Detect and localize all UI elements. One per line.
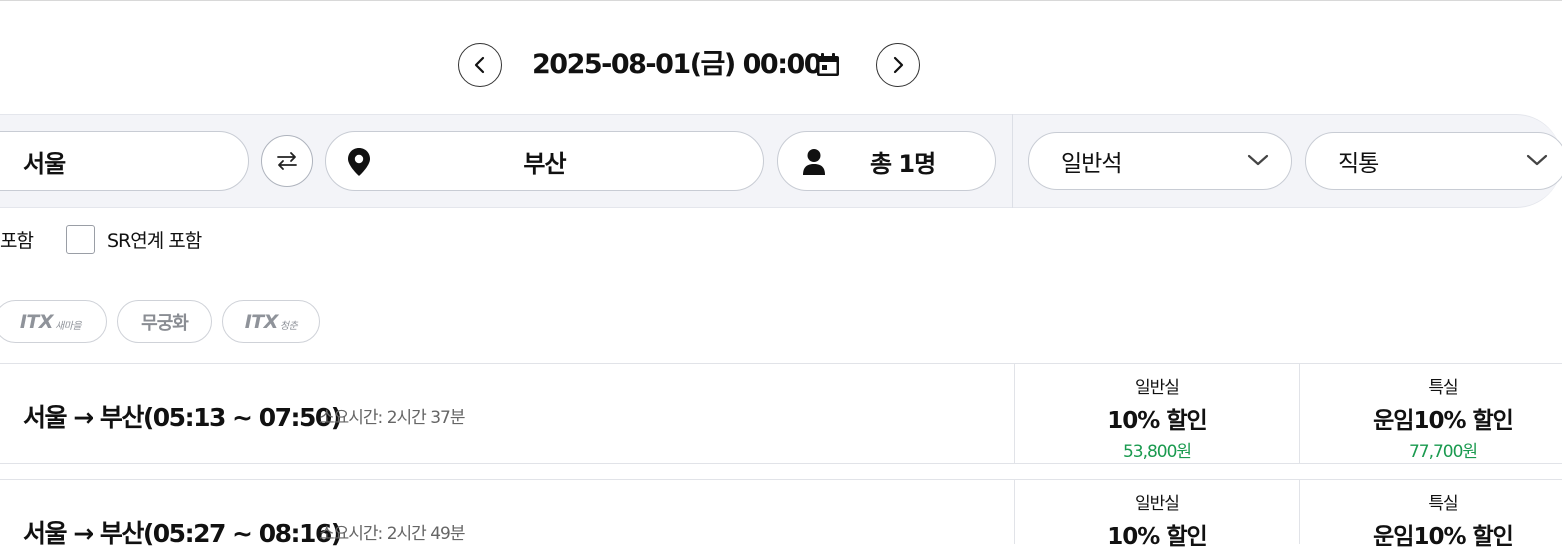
special-fare-cell[interactable]: 특실 운임10% 할인 77,700원 [1303,373,1562,462]
seat-class-select[interactable]: 일반석 [1028,132,1292,190]
special-fare-cell[interactable]: 특실 운임10% 할인 [1303,489,1562,551]
selected-datetime[interactable]: 2025-08-01(금) 00:00 [532,44,823,86]
chevron-down-icon [1526,154,1548,166]
search-panel-divider [1012,114,1013,208]
general-fare-cell[interactable]: 일반실 10% 할인 53,800원 [1017,373,1297,462]
column-divider [1299,480,1300,544]
filter-itx-cheongchun[interactable]: ITX 청춘 [222,300,320,343]
sr-include-label[interactable]: SR연계 포함 [107,226,202,253]
fare-class-label: 특실 [1428,494,1458,514]
departure-station-field[interactable]: 서울 [0,131,249,191]
itx-logo-subtext: 새마을 [55,320,82,332]
swap-icon [277,152,297,170]
column-divider [1299,364,1300,463]
route-type-value: 직통 [1338,151,1379,177]
mugunghwa-label: 무궁화 [141,312,189,334]
fare-price: 53,800원 [1122,442,1192,462]
fare-class-label: 특실 [1428,378,1458,398]
calendar-icon[interactable] [814,51,842,79]
person-icon [803,149,825,175]
row-divider [0,479,1562,480]
seat-class-value: 일반석 [1061,151,1122,177]
include-option-label[interactable]: 포함 [0,226,34,253]
fare-discount: 10% 할인 [1107,524,1207,550]
departure-station-label: 서울 [23,149,66,178]
top-divider [0,0,1562,1]
sr-include-checkbox[interactable] [66,225,95,254]
row-divider [0,463,1562,464]
itx-logo-text: ITX [244,310,279,333]
fare-class-label: 일반실 [1135,494,1180,514]
swap-stations-button[interactable] [261,135,313,187]
arrival-station-label: 부산 [523,149,566,178]
arrival-station-field[interactable]: 부산 [325,131,764,191]
passenger-count-label: 총 1명 [870,149,936,178]
passenger-count-field[interactable]: 총 1명 [777,131,996,191]
itx-logo-subtext: 청춘 [279,320,298,332]
previous-day-button[interactable] [458,43,502,87]
itx-logo-text: ITX [19,310,54,333]
fare-discount: 운임10% 할인 [1373,524,1514,550]
filter-itx-saemaeul[interactable]: ITX 새마을 [0,300,107,343]
fare-discount: 10% 할인 [1107,408,1207,434]
travel-duration: 소요시간: 2시간 49분 [319,524,465,544]
fare-discount: 운임10% 할인 [1373,408,1514,434]
general-fare-cell[interactable]: 일반실 10% 할인 [1017,489,1297,551]
column-divider [1014,364,1015,463]
chevron-right-icon [893,56,904,74]
chevron-down-icon [1247,154,1269,166]
fare-price: 77,700원 [1408,442,1478,462]
train-route-time: 서울 → 부산(05:27 ~ 08:16) [23,519,342,548]
column-divider [1014,480,1015,544]
chevron-left-icon [474,56,485,74]
train-route-time: 서울 → 부산(05:13 ~ 07:50) [23,403,342,432]
next-day-button[interactable] [876,43,920,87]
fare-class-label: 일반실 [1135,378,1180,398]
filter-mugunghwa[interactable]: 무궁화 [117,300,212,343]
row-divider [0,363,1562,364]
route-type-select[interactable]: 직통 [1305,132,1562,190]
travel-duration: 소요시간: 2시간 37분 [319,408,465,428]
